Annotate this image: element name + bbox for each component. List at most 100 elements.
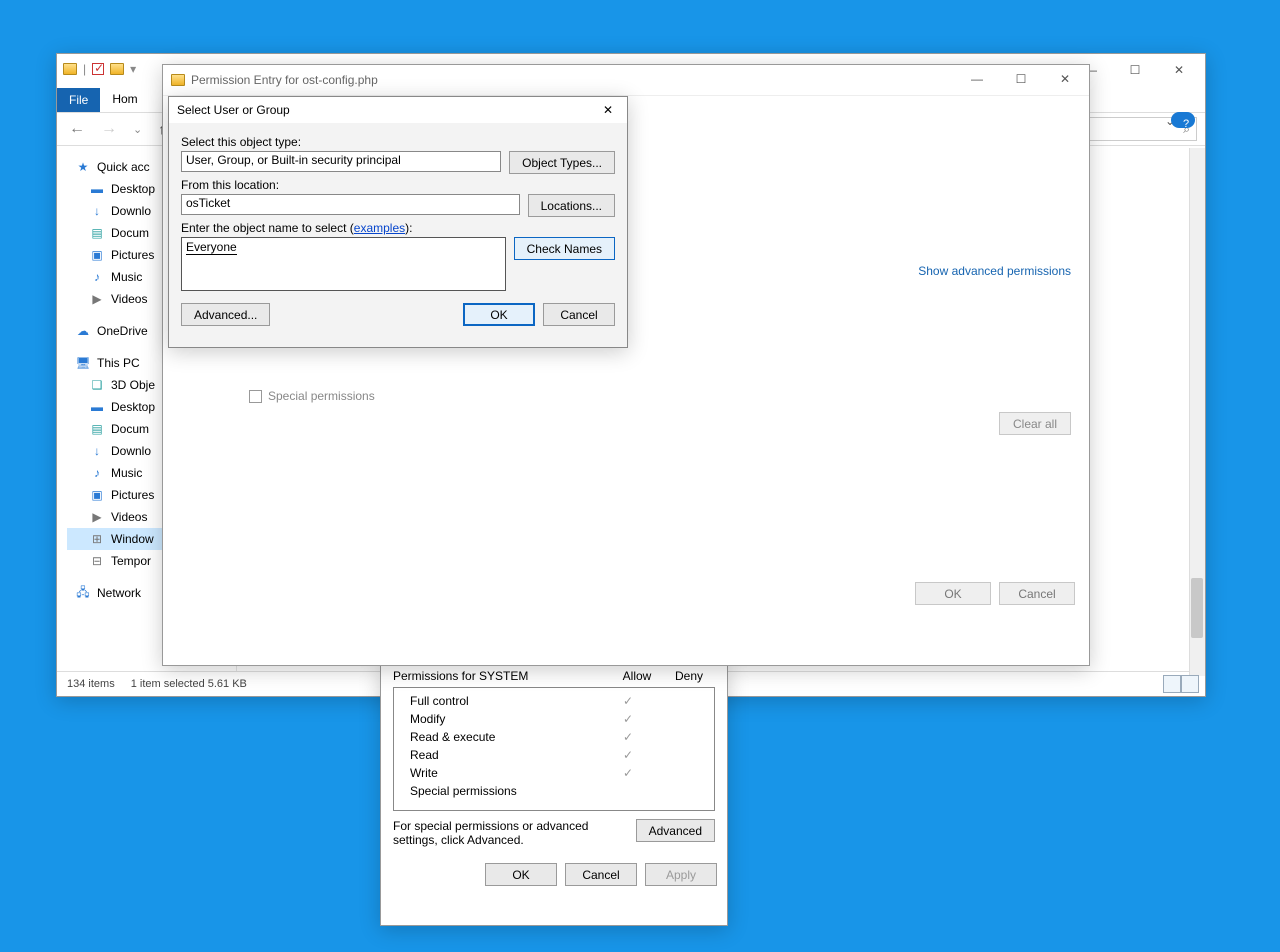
desktop-icon: ▬ (89, 399, 105, 415)
allow-check-icon: ✓ (602, 730, 654, 744)
permissions-header: Permissions for SYSTEM Allow Deny (393, 669, 715, 683)
allow-check-icon: ✓ (602, 712, 654, 726)
label-post: ): (405, 221, 412, 235)
permission-row: Modify✓ (402, 710, 706, 728)
label: Docum (111, 422, 149, 436)
clear-all-button[interactable]: Clear all (999, 412, 1071, 435)
label: OneDrive (97, 324, 148, 338)
cloud-icon: ☁ (75, 323, 91, 339)
cube-icon: ❑ (89, 377, 105, 393)
nav-back-button[interactable]: ← (65, 120, 89, 138)
label: Desktop (111, 182, 155, 196)
locations-button[interactable]: Locations... (528, 194, 615, 217)
music-icon: ♪ (89, 269, 105, 285)
advanced-button[interactable]: Advanced (636, 819, 715, 842)
apply-button[interactable]: Apply (645, 863, 717, 886)
status-item-count: 134 items (67, 678, 115, 690)
drive-icon: ⊟ (89, 553, 105, 569)
view-details-button[interactable] (1163, 675, 1181, 693)
pictures-icon: ▣ (89, 487, 105, 503)
minimize-button[interactable]: — (955, 67, 999, 91)
maximize-button[interactable]: ☐ (1113, 58, 1157, 82)
permission-name: Write (402, 766, 602, 780)
cancel-button[interactable]: Cancel (543, 303, 615, 326)
check-names-button[interactable]: Check Names (514, 237, 615, 260)
permission-row: Full control✓ (402, 692, 706, 710)
permission-row: Special permissions (402, 782, 706, 800)
dialog-titlebar[interactable]: Select User or Group (169, 97, 627, 123)
object-types-button[interactable]: Object Types... (509, 151, 615, 174)
document-icon: ▤ (89, 421, 105, 437)
close-button[interactable]: ✕ (593, 99, 623, 121)
select-user-or-group-dialog: Select User or Group ✕ Select this objec… (168, 96, 628, 348)
special-permissions-note: For special permissions or advanced sett… (393, 819, 626, 847)
label: This PC (97, 356, 140, 370)
ok-button[interactable]: OK (915, 582, 991, 605)
document-icon: ▤ (89, 225, 105, 241)
permissions-list[interactable]: Full control✓Modify✓Read & execute✓Read✓… (393, 687, 715, 811)
enter-object-name-label: Enter the object name to select (example… (181, 221, 615, 235)
video-icon: ▶ (89, 509, 105, 525)
qat-checkbox-icon[interactable]: ✓ (92, 63, 104, 75)
special-permissions-label: Special permissions (268, 389, 375, 403)
special-permissions-checkbox[interactable] (249, 390, 262, 403)
advanced-button[interactable]: Advanced... (181, 303, 270, 326)
download-icon: ↓ (89, 443, 105, 459)
folder-icon (63, 63, 77, 75)
pictures-icon: ▣ (89, 247, 105, 263)
star-icon: ★ (75, 159, 91, 175)
maximize-button[interactable]: ☐ (999, 67, 1043, 91)
label-pre: Enter the object name to select ( (181, 221, 354, 235)
nav-forward-button[interactable]: → (97, 120, 121, 138)
label: Pictures (111, 248, 154, 262)
view-icons-button[interactable] (1181, 675, 1199, 693)
folder-icon (171, 74, 185, 86)
qat-folder-icon[interactable] (110, 63, 124, 75)
ok-button[interactable]: OK (463, 303, 535, 326)
label: Downlo (111, 204, 151, 218)
pc-icon: 🖥 (75, 355, 91, 371)
object-type-label: Select this object type: (181, 135, 615, 149)
object-name-input[interactable]: Everyone (181, 237, 506, 291)
dialog-title: Select User or Group (177, 103, 290, 117)
ribbon-tab-file[interactable]: File (57, 88, 100, 112)
status-selection: 1 item selected 5.61 KB (131, 678, 247, 690)
permission-name: Full control (402, 694, 602, 708)
help-icon[interactable]: ? (1171, 112, 1195, 128)
close-button[interactable]: ✕ (1157, 58, 1201, 82)
label: Window (111, 532, 154, 546)
close-button[interactable]: ✕ (1043, 67, 1087, 91)
label: Downlo (111, 444, 151, 458)
object-name-value: Everyone (186, 240, 237, 255)
show-advanced-permissions-link[interactable]: Show advanced permissions (918, 264, 1071, 278)
label: Videos (111, 510, 147, 524)
cancel-button[interactable]: Cancel (999, 582, 1075, 605)
ok-button[interactable]: OK (485, 863, 557, 886)
label: Network (97, 586, 141, 600)
permission-entry-titlebar[interactable]: Permission Entry for ost-config.php (163, 65, 1089, 95)
col-deny: Deny (663, 669, 715, 683)
permission-row: Read & execute✓ (402, 728, 706, 746)
download-icon: ↓ (89, 203, 105, 219)
label: Quick acc (97, 160, 150, 174)
cancel-button[interactable]: Cancel (565, 863, 637, 886)
col-allow: Allow (611, 669, 663, 683)
nav-recent-button[interactable]: ⌄ (129, 123, 146, 136)
ribbon-tab-home[interactable]: Hom (100, 88, 149, 112)
examples-link[interactable]: examples (354, 221, 405, 235)
scrollbar[interactable] (1189, 148, 1205, 676)
from-location-field[interactable]: osTicket (181, 194, 520, 215)
desktop-icon: ▬ (89, 181, 105, 197)
allow-check-icon: ✓ (602, 766, 654, 780)
permission-row: Read✓ (402, 746, 706, 764)
object-type-field[interactable]: User, Group, or Built-in security princi… (181, 151, 501, 172)
scrollbar-thumb[interactable] (1191, 578, 1203, 638)
label: Docum (111, 226, 149, 240)
allow-check-icon: ✓ (602, 694, 654, 708)
network-icon: 🖧 (75, 585, 91, 601)
label: Desktop (111, 400, 155, 414)
label: 3D Obje (111, 378, 155, 392)
drive-icon: ⊞ (89, 531, 105, 547)
window-title: Permission Entry for ost-config.php (191, 73, 378, 87)
label: Pictures (111, 488, 154, 502)
